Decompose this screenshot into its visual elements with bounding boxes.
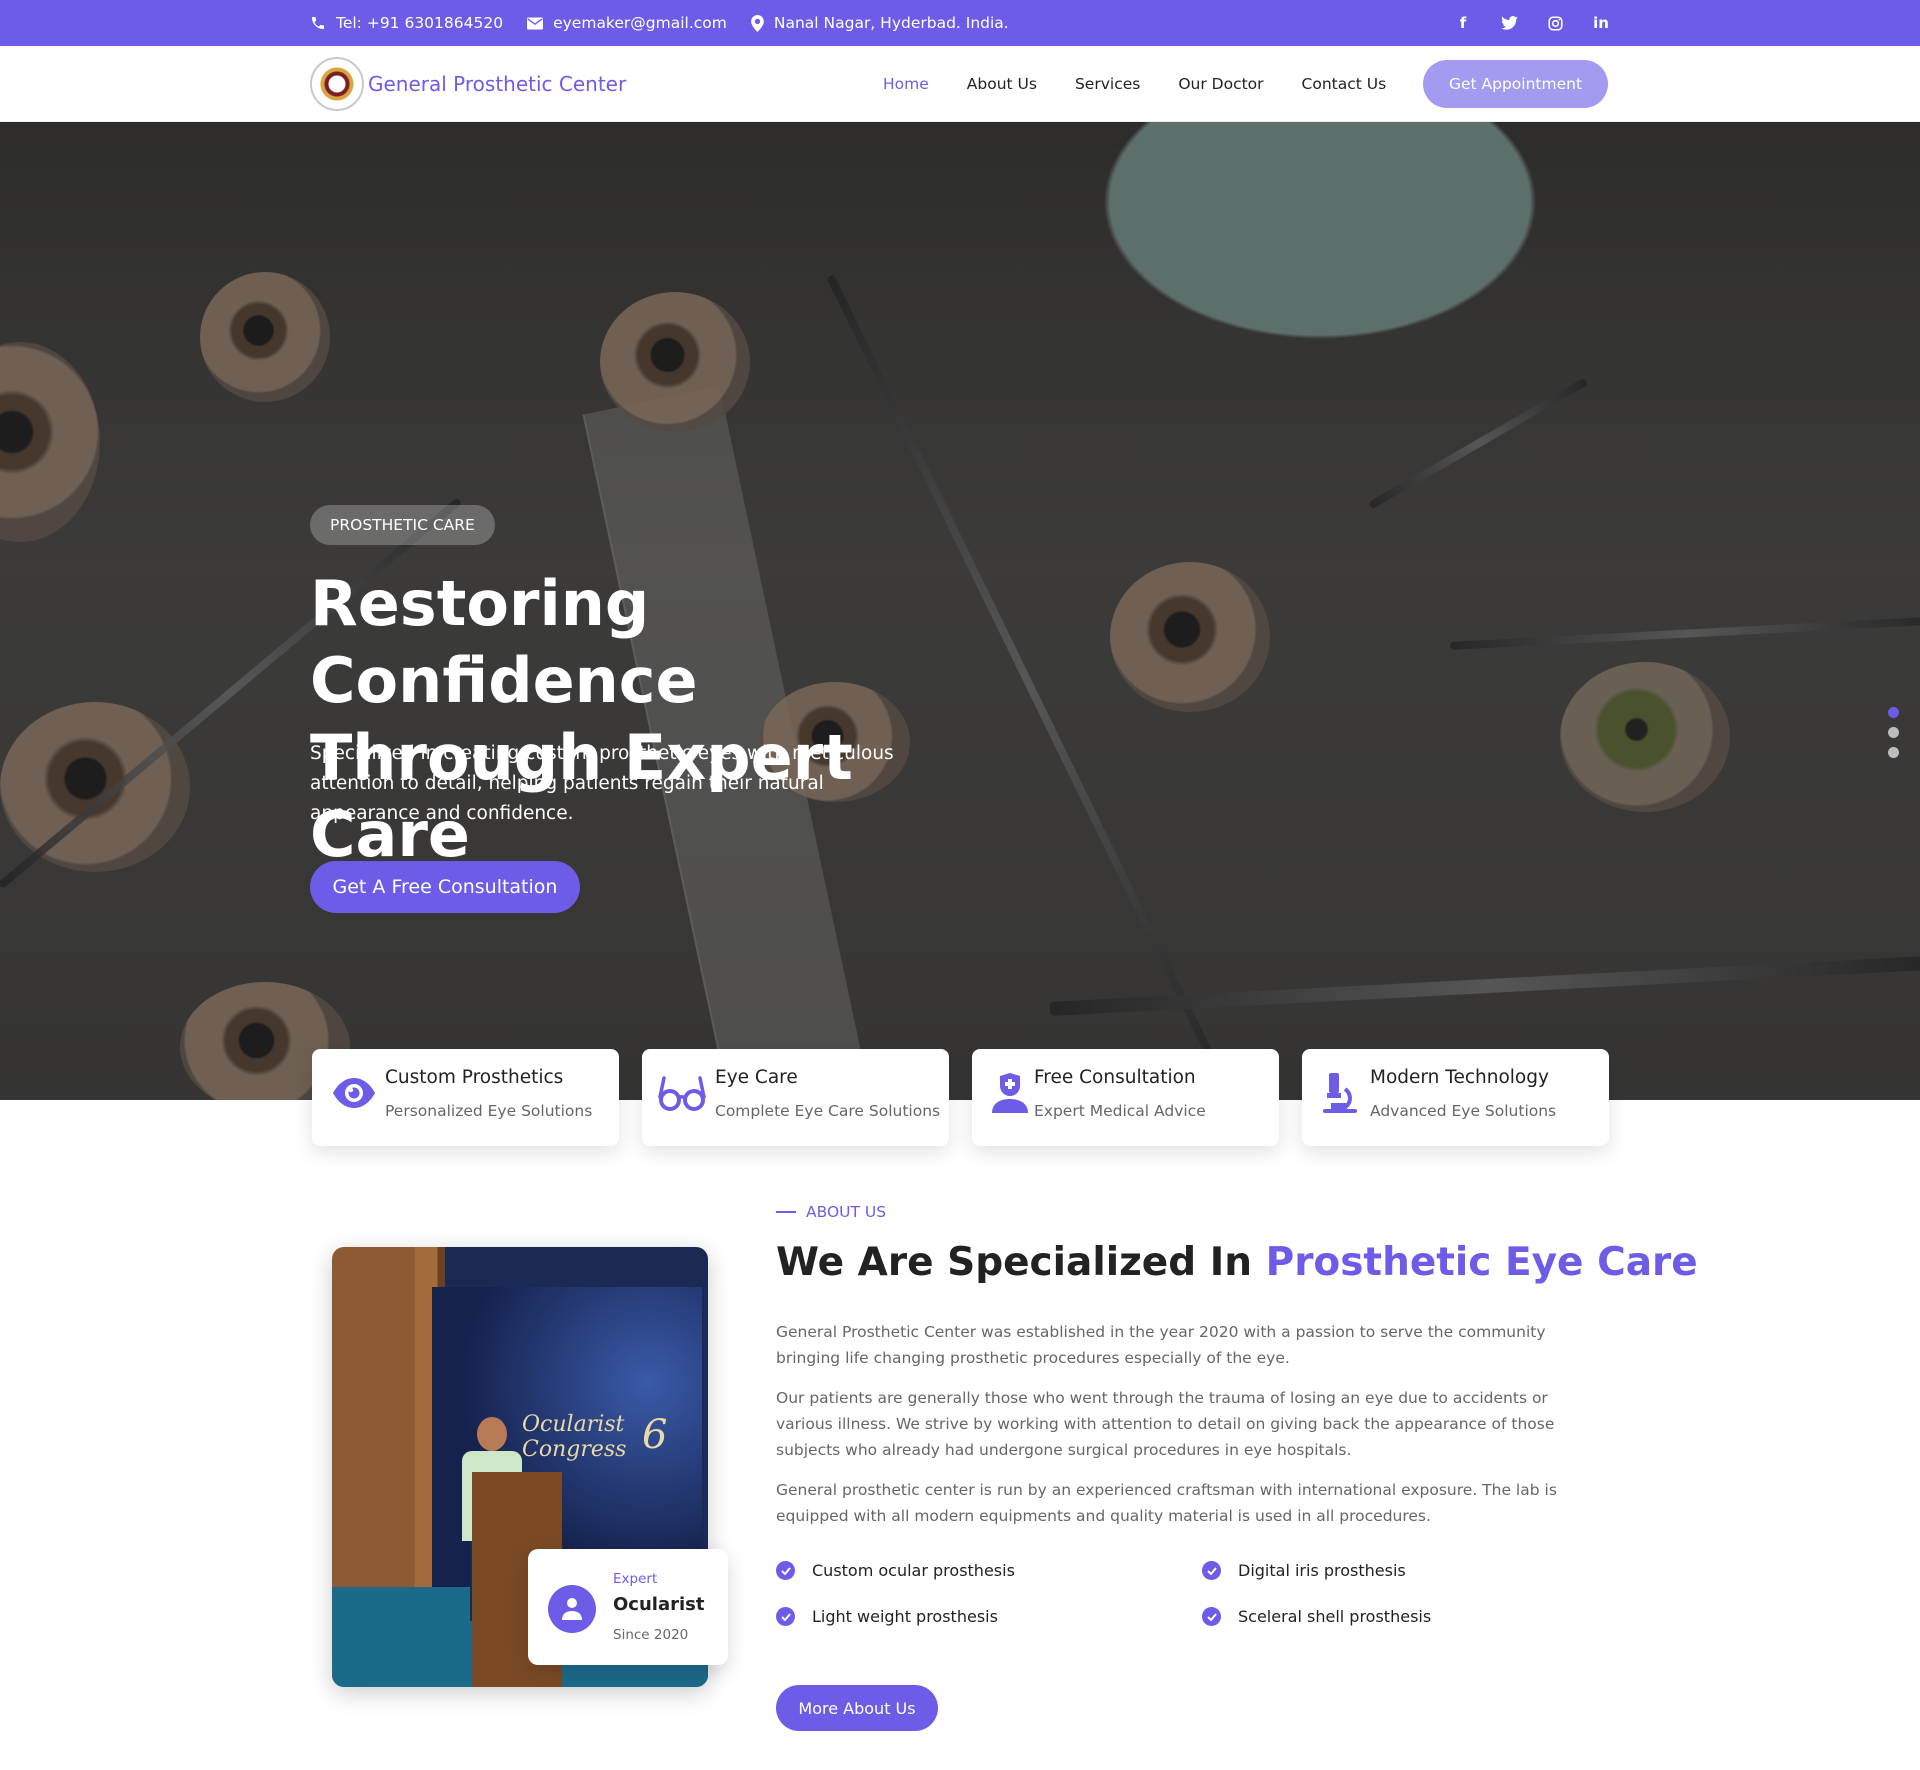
checklist-item: Digital iris prosthesis: [1202, 1561, 1406, 1580]
nav-menu: Home About Us Services Our Doctor Contac…: [883, 46, 1424, 122]
doctor-icon: [986, 1069, 1034, 1117]
check-circle-icon: [776, 1607, 795, 1626]
check-circle-icon: [1202, 1607, 1221, 1626]
feature-card-modern-technology[interactable]: Modern Technology Advanced Eye Solutions: [1302, 1049, 1609, 1146]
get-appointment-button[interactable]: Get Appointment: [1423, 60, 1608, 108]
main-navbar: General Prosthetic Center Home About Us …: [0, 46, 1920, 122]
check-circle-icon: [776, 1561, 795, 1580]
feature-title: Modern Technology: [1370, 1067, 1549, 1088]
slider-dot-3[interactable]: [1888, 747, 1899, 758]
photo-banner-number: 6: [642, 1412, 668, 1458]
about-paragraph-3: General prosthetic center is run by an e…: [776, 1481, 1557, 1525]
contact-info: Tel: +91 6301864520 eyemaker@gmail.com N…: [310, 0, 1033, 46]
linkedin-icon[interactable]: in: [1578, 14, 1624, 32]
envelope-icon: [527, 17, 544, 29]
logo-emblem[interactable]: [310, 57, 364, 111]
feature-card-free-consultation[interactable]: Free Consultation Expert Medical Advice: [972, 1049, 1279, 1146]
address-item: Nanal Nagar, Hyderbad. India.: [750, 14, 1009, 32]
feature-card-custom-prosthetics[interactable]: Custom Prosthetics Personalized Eye Solu…: [312, 1049, 619, 1146]
about-title-highlight: Prosthetic Eye Care: [1265, 1240, 1698, 1285]
nav-item-contact-us[interactable]: Contact Us: [1302, 75, 1387, 93]
map-pin-icon: [750, 14, 764, 32]
free-consultation-button[interactable]: Get A Free Consultation: [310, 861, 580, 913]
about-paragraph-2: Our patients are generally those who wen…: [776, 1389, 1555, 1459]
email-text: eyemaker@gmail.com: [553, 14, 727, 32]
check-circle-icon: [1202, 1561, 1221, 1580]
address-text: Nanal Nagar, Hyderbad. India.: [773, 14, 1009, 32]
more-about-us-button[interactable]: More About Us: [776, 1685, 938, 1731]
expert-label: Expert: [613, 1571, 658, 1587]
feature-title: Eye Care: [715, 1067, 798, 1088]
checklist-text: Custom ocular prosthesis: [812, 1561, 1015, 1580]
photo-banner-text-2: Congress: [522, 1437, 627, 1462]
feature-subtitle: Personalized Eye Solutions: [385, 1102, 593, 1120]
slider-dots: [1888, 707, 1899, 767]
feature-subtitle: Expert Medical Advice: [1034, 1102, 1206, 1120]
checklist-text: Light weight prosthesis: [812, 1607, 998, 1626]
expert-role: Ocularist: [613, 1594, 705, 1615]
feature-subtitle: Complete Eye Care Solutions: [715, 1102, 941, 1120]
about-paragraph-1: General Prosthetic Center was establishe…: [776, 1323, 1546, 1367]
eye-icon: [330, 1069, 378, 1117]
brand-name[interactable]: General Prosthetic Center: [368, 46, 626, 122]
glasses-icon: [658, 1069, 706, 1117]
hero-description: Specialized in creating custom prostheti…: [310, 743, 894, 824]
feature-subtitle: Advanced Eye Solutions: [1370, 1102, 1557, 1120]
photo-banner-text-1: Ocularist: [522, 1412, 625, 1437]
about-eyebrow: ABOUT US: [776, 1203, 886, 1221]
feature-title: Free Consultation: [1034, 1067, 1196, 1088]
phone-item[interactable]: Tel: +91 6301864520: [310, 14, 503, 32]
social-links: f in: [1440, 0, 1624, 46]
email-item[interactable]: eyemaker@gmail.com: [527, 14, 727, 32]
feature-title: Custom Prosthetics: [385, 1067, 564, 1088]
feature-card-eye-care[interactable]: Eye Care Complete Eye Care Solutions: [642, 1049, 949, 1146]
hero-slider: PROSTHETIC CARE Restoring Confidence Thr…: [0, 122, 1920, 1100]
expert-since: Since 2020: [613, 1627, 689, 1643]
about-eyebrow-text: ABOUT US: [806, 1203, 887, 1221]
checklist-item: Light weight prosthesis: [776, 1607, 998, 1626]
top-bar: Tel: +91 6301864520 eyemaker@gmail.com N…: [0, 0, 1920, 46]
checklist-item: Custom ocular prosthesis: [776, 1561, 1015, 1580]
user-doctor-icon: [548, 1585, 596, 1633]
hero-title-line1: Restoring Confidence: [310, 567, 698, 717]
nav-item-about-us[interactable]: About Us: [967, 75, 1037, 93]
nav-item-home[interactable]: Home: [883, 75, 929, 93]
phone-text: Tel: +91 6301864520: [336, 14, 504, 32]
checklist-text: Digital iris prosthesis: [1238, 1561, 1406, 1580]
microscope-icon: [1316, 1069, 1364, 1117]
instagram-icon[interactable]: [1532, 15, 1578, 31]
about-title-plain: We Are Specialized In: [776, 1240, 1266, 1285]
twitter-icon[interactable]: [1486, 16, 1532, 30]
facebook-icon[interactable]: f: [1440, 14, 1486, 32]
slider-dot-1[interactable]: [1888, 707, 1899, 718]
nav-item-services[interactable]: Services: [1075, 75, 1140, 93]
checklist-item: Sceleral shell prosthesis: [1202, 1607, 1431, 1626]
nav-item-our-doctor[interactable]: Our Doctor: [1178, 75, 1263, 93]
slider-dot-2[interactable]: [1888, 727, 1899, 738]
checklist-text: Sceleral shell prosthesis: [1238, 1607, 1432, 1626]
phone-icon: [312, 17, 324, 29]
expert-badge-card: Expert Ocularist Since 2020: [528, 1549, 728, 1665]
about-title: We Are Specialized In Prosthetic Eye Car…: [776, 1240, 1698, 1285]
hero-badge: PROSTHETIC CARE: [310, 505, 495, 545]
